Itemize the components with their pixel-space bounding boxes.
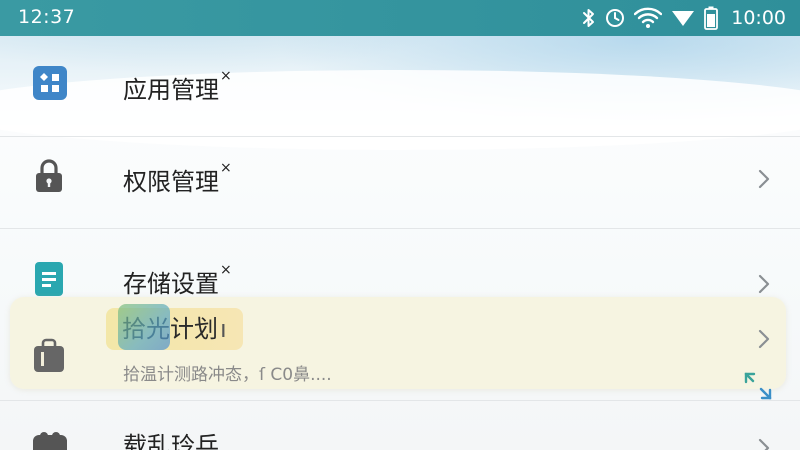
bag-icon — [32, 338, 66, 374]
puzzle-icon — [33, 431, 67, 450]
chevron-right-icon — [758, 329, 770, 349]
status-time: 12:37 — [18, 6, 76, 28]
menu-item-storage-settings[interactable]: 存储设置× — [0, 229, 800, 299]
menu-item-permission-management[interactable]: 权限管理× — [0, 137, 800, 227]
bluetooth-icon — [582, 8, 596, 28]
signal-icon — [671, 8, 695, 28]
storage-icon — [35, 262, 69, 296]
settings-screen: 12:37 10:00 应用管理× 权限管理× 存储设置× 拾光计划ı 拾温计测… — [0, 0, 800, 450]
chevron-right-icon — [758, 438, 770, 450]
alarm-icon — [605, 8, 625, 28]
menu-item-subtitle: 拾温计测路冲态，ſ C0鼻.... — [123, 365, 332, 385]
menu-item-label: 权限管理× — [123, 160, 232, 196]
ghost-app-overlay — [118, 304, 170, 350]
app-grid-icon — [33, 66, 67, 100]
menu-item-app-management[interactable]: 应用管理× — [0, 36, 800, 136]
menu-item-label: 载乱玲乒 — [123, 432, 219, 450]
menu-item-label: 应用管理× — [123, 68, 232, 104]
wifi-icon — [634, 7, 663, 29]
status-clock: 10:00 — [731, 7, 786, 29]
chevron-right-icon — [758, 169, 770, 189]
menu-item-partial[interactable]: 载乱玲乒 — [0, 401, 800, 450]
expand-icon[interactable] — [742, 370, 774, 402]
status-bar: 12:37 10:00 — [0, 0, 800, 36]
lock-icon — [34, 159, 68, 193]
battery-icon — [704, 6, 719, 30]
menu-item-label: 存储设置× — [123, 262, 232, 298]
status-icons: 10:00 — [582, 5, 786, 31]
chevron-right-icon — [758, 274, 770, 294]
